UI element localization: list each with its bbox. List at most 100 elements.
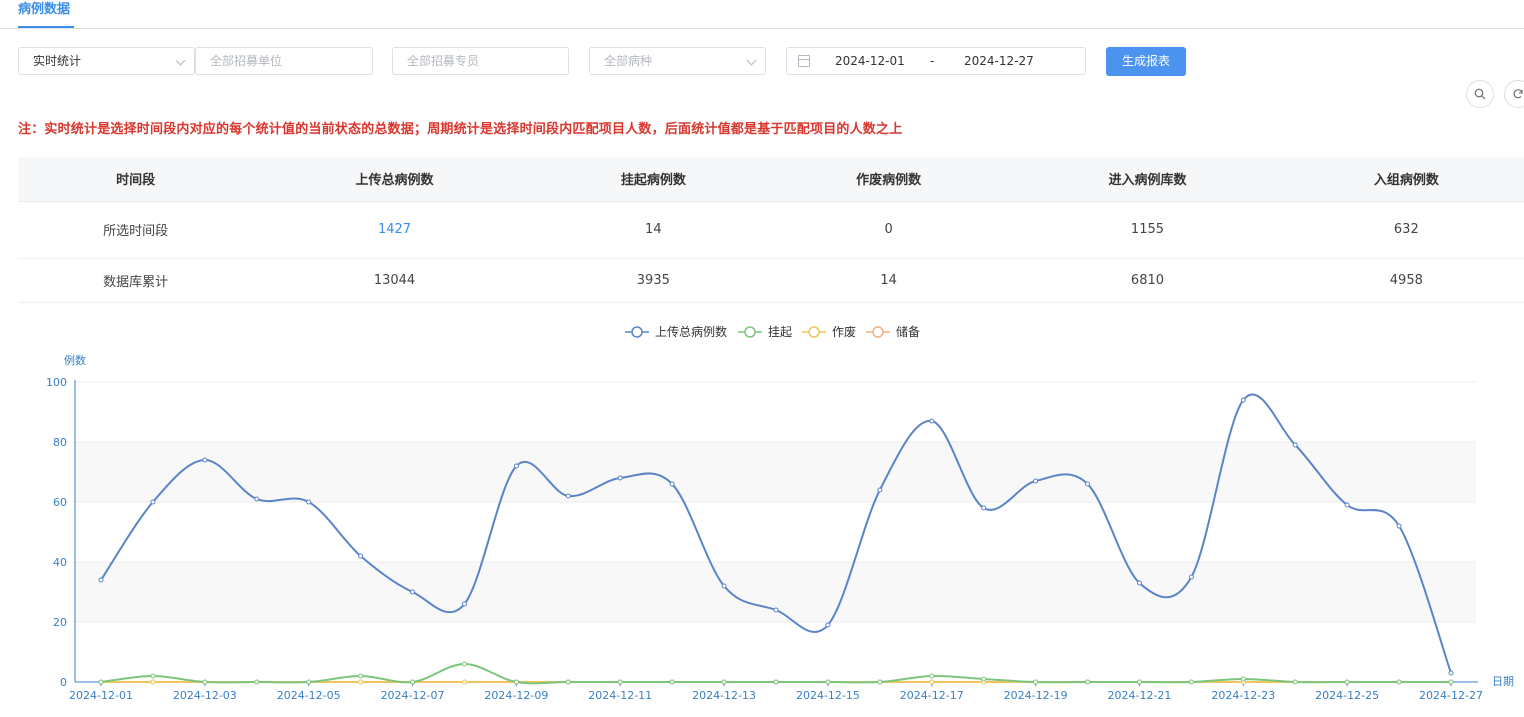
data-point <box>565 679 571 685</box>
data-point <box>1240 397 1246 403</box>
y-tick-label: 40 <box>53 556 67 569</box>
x-tick-label: 2024-12-17 <box>900 689 964 702</box>
data-point <box>254 679 260 685</box>
table-cell: 632 <box>1288 201 1524 259</box>
data-point <box>825 679 831 685</box>
upload-total-link[interactable]: 1427 <box>253 201 536 259</box>
data-point <box>1188 679 1194 685</box>
disease-placeholder: 全部病种 <box>604 54 653 68</box>
col-header: 时间段 <box>18 157 254 202</box>
y-axis-title: 例数 <box>64 353 86 367</box>
search-icon <box>1474 88 1486 100</box>
data-point <box>981 505 987 511</box>
search-button[interactable] <box>1466 80 1494 108</box>
y-tick-label: 60 <box>53 496 67 509</box>
date-end-value[interactable]: 2024-12-27 <box>964 54 1034 68</box>
data-point <box>877 679 883 685</box>
data-point <box>669 679 675 685</box>
x-tick-label: 2024-12-09 <box>484 689 548 702</box>
x-tick-label: 2024-12-19 <box>1004 689 1068 702</box>
calendar-icon <box>798 55 810 67</box>
y-tick-label: 80 <box>53 436 67 449</box>
data-point <box>1033 679 1039 685</box>
data-point <box>150 673 156 679</box>
data-point <box>410 589 416 595</box>
stat-mode-select[interactable]: 实时统计 <box>18 47 195 75</box>
data-point <box>1344 679 1350 685</box>
recruit-unit-select[interactable]: 全部招募单位 <box>195 47 373 75</box>
col-header: 上传总病例数 <box>253 157 536 202</box>
generate-report-button[interactable]: 生成报表 <box>1106 47 1186 76</box>
table-cell: 所选时间段 <box>18 201 254 259</box>
table-row: 所选时间段 1427 14 0 1155 632 <box>18 201 1524 259</box>
chevron-down-icon <box>746 55 757 66</box>
x-tick-label: 2024-12-27 <box>1419 689 1483 702</box>
data-point <box>929 418 935 424</box>
data-point <box>513 463 519 469</box>
chevron-down-icon <box>175 55 186 66</box>
legend-label: 作废 <box>832 324 856 339</box>
data-point <box>773 607 779 613</box>
recruit-unit-placeholder: 全部招募单位 <box>210 54 283 68</box>
data-point <box>202 679 208 685</box>
stat-note: 注：实时统计是选择时间段内对应的每个统计值的当前状态的总数据；周期统计是选择时间… <box>18 122 903 137</box>
legend-marker <box>631 326 643 338</box>
y-tick-label: 100 <box>46 376 67 389</box>
date-range-picker[interactable]: 2024-12-01 - 2024-12-27 <box>786 47 1086 75</box>
data-point <box>1344 502 1350 508</box>
data-point <box>1292 442 1298 448</box>
data-point <box>1396 679 1402 685</box>
data-point <box>358 679 364 685</box>
table-cell: 0 <box>770 201 1007 259</box>
data-point <box>721 583 727 589</box>
date-separator: - <box>930 54 935 68</box>
data-point <box>981 676 987 682</box>
table-cell: 1155 <box>1006 201 1289 259</box>
data-point <box>877 487 883 493</box>
x-tick-label: 2024-12-07 <box>381 689 445 702</box>
table-cell: 13044 <box>253 258 536 303</box>
data-point <box>1136 580 1142 586</box>
data-point <box>358 553 364 559</box>
grid-band <box>75 442 1476 502</box>
case-trend-chart: 0 20 40 60 80 100 例数日期 2024-12-01 2024-12-03 2024… <box>46 324 1514 702</box>
data-point <box>461 661 467 667</box>
grid-band <box>75 562 1476 622</box>
data-point <box>1085 679 1091 685</box>
disease-select[interactable]: 全部病种 <box>589 47 766 75</box>
legend-marker <box>744 326 756 338</box>
data-point <box>1448 670 1454 676</box>
data-point <box>306 499 312 505</box>
data-point <box>565 493 571 499</box>
data-point <box>254 496 260 502</box>
data-point <box>513 679 519 685</box>
data-point <box>150 679 156 685</box>
x-axis-title: 日期 <box>1492 675 1514 688</box>
recruit-specialist-select[interactable]: 全部招募专员 <box>392 47 569 75</box>
refresh-button[interactable] <box>1504 80 1524 108</box>
data-point <box>358 673 364 679</box>
data-point <box>410 679 416 685</box>
legend-label: 上传总病例数 <box>655 324 727 339</box>
data-point <box>150 499 156 505</box>
col-header: 挂起病例数 <box>535 157 771 202</box>
data-point <box>773 679 779 685</box>
data-point <box>1292 679 1298 685</box>
x-tick-label: 2024-12-23 <box>1211 689 1275 702</box>
stat-mode-value: 实时统计 <box>33 54 82 68</box>
date-start-value[interactable]: 2024-12-01 <box>835 54 905 68</box>
x-tick-label: 2024-12-15 <box>796 689 860 702</box>
x-tick-label: 2024-12-25 <box>1315 689 1379 702</box>
summary-table: 时间段 上传总病例数 挂起病例数 作废病例数 进入病例库数 入组病例数 所选时间… <box>18 157 1524 303</box>
table-row: 数据库累计 13044 3935 14 6810 4958 <box>18 258 1524 303</box>
table-cell: 3935 <box>535 258 771 303</box>
col-header: 作废病例数 <box>770 157 1007 202</box>
data-point <box>617 475 623 481</box>
data-point <box>1033 478 1039 484</box>
legend-label: 挂起 <box>768 325 792 339</box>
data-point <box>825 622 831 628</box>
col-header: 进入病例库数 <box>1006 157 1289 202</box>
tab-case-data[interactable]: 病例数据 <box>18 0 70 29</box>
refresh-icon <box>1513 89 1523 99</box>
table-cell: 14 <box>535 201 771 259</box>
